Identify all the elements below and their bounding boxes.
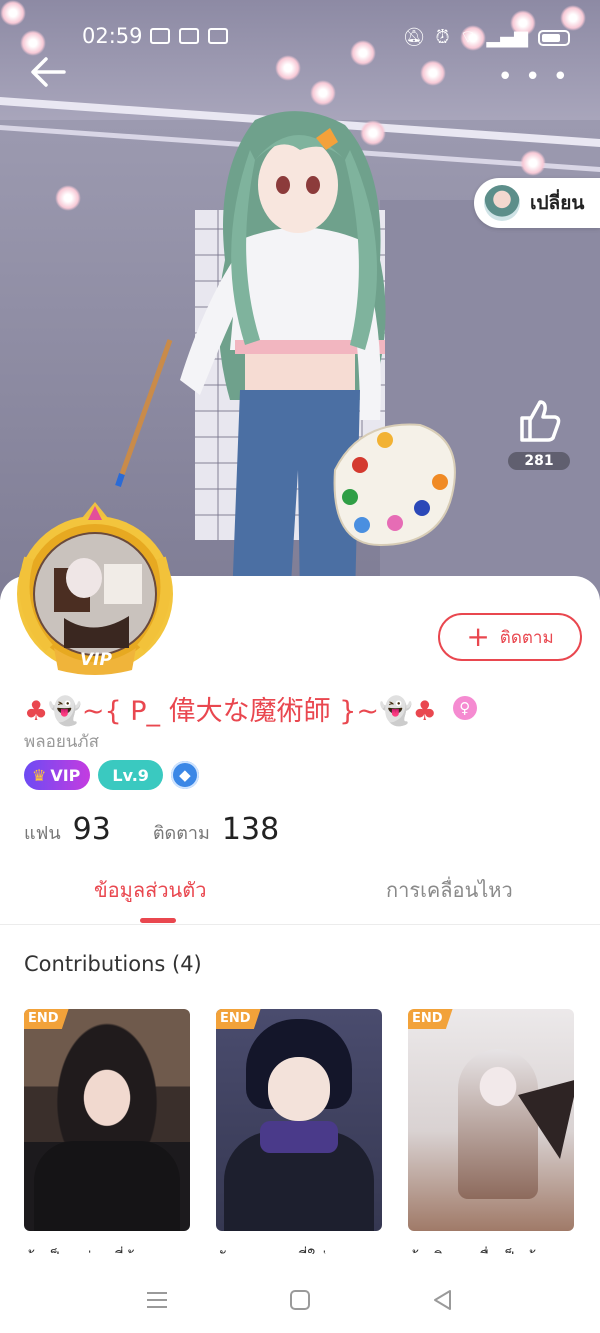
- youtube-icon: [179, 28, 199, 44]
- youtube-icon: [208, 28, 228, 44]
- status-bar: 02:59 🔕︎ ⏰︎ ⌔ ▂▄▆: [0, 0, 600, 60]
- female-gender-icon: ♀: [452, 696, 477, 720]
- fans-label: แฟน: [24, 823, 61, 844]
- tab-activity[interactable]: การเคลื่อนไหว: [386, 874, 513, 906]
- level-badge[interactable]: Lv.9: [98, 760, 163, 790]
- following-count[interactable]: 138: [222, 812, 279, 847]
- profile-subname: พลอยนภัส: [24, 732, 99, 752]
- end-tag: END: [408, 1009, 453, 1029]
- mute-icon: 🔕︎: [402, 27, 426, 48]
- avatar[interactable]: VIP: [4, 498, 186, 680]
- wifi-icon: ⌔: [459, 27, 477, 48]
- profile-name: ♣👻~{ P_ 偉大な魔術師 }~👻♣ ♀: [24, 688, 477, 728]
- switch-label: เปลี่ยน: [530, 192, 585, 214]
- signal-icon: ▂▄▆: [486, 27, 528, 48]
- character-mini-avatar: [484, 185, 520, 221]
- back-arrow-icon[interactable]: [28, 52, 72, 92]
- alarm-icon: ⏰︎: [435, 27, 450, 48]
- rank-badge-icon[interactable]: ◆: [170, 761, 199, 789]
- name-text: ♣👻~{ P_ 偉大な魔術師 }~👻♣: [24, 695, 437, 727]
- thumbnail-figure: [34, 1141, 180, 1231]
- profile-tabs: ข้อมูลส่วนตัว การเคลื่อนไหว: [0, 864, 600, 925]
- home-square-icon[interactable]: [286, 1286, 314, 1314]
- like-button[interactable]: 281: [506, 398, 572, 470]
- gallery-icon: [150, 28, 170, 44]
- end-tag: END: [24, 1009, 69, 1029]
- thumbnail-figure: [458, 1049, 538, 1199]
- follow-button[interactable]: + ติดตาม: [438, 613, 582, 661]
- plus-icon: +: [466, 620, 490, 653]
- profile-badges: ♛ VIP Lv.9 ◆: [24, 760, 199, 790]
- avatar-frame-vip-label: VIP: [80, 650, 112, 670]
- profile-stats: แฟน 93 ติดตาม 138: [24, 812, 321, 847]
- contribution-card[interactable]: END: [216, 1009, 382, 1231]
- active-tab-indicator: [140, 918, 176, 923]
- thumbs-up-icon: [520, 400, 561, 442]
- more-dots-icon[interactable]: • • •: [497, 62, 570, 92]
- contributions-grid: END END END: [24, 1009, 574, 1231]
- menu-icon[interactable]: [143, 1286, 171, 1314]
- tab-personal-info[interactable]: ข้อมูลส่วนตัว: [94, 874, 206, 906]
- fans-count[interactable]: 93: [73, 812, 111, 847]
- battery-icon: [538, 29, 570, 46]
- status-time: 02:59: [82, 24, 143, 48]
- contributions-title: Contributions (4): [24, 952, 202, 976]
- following-label: ติดตาม: [152, 823, 210, 844]
- contribution-card[interactable]: END: [408, 1009, 574, 1231]
- vip-badge-label: VIP: [50, 765, 81, 785]
- thumbnail-figure: [260, 1121, 338, 1153]
- end-tag: END: [216, 1009, 261, 1029]
- like-count: 281: [508, 452, 570, 470]
- status-right-icons: 🔕︎ ⏰︎ ⌔ ▂▄▆: [403, 26, 570, 49]
- switch-character-button[interactable]: เปลี่ยน: [474, 178, 600, 228]
- vip-badge[interactable]: ♛ VIP: [24, 760, 91, 790]
- crown-icon: ♛: [32, 765, 47, 785]
- system-nav-bar: [0, 1266, 600, 1333]
- thumbnail-figure: [268, 1057, 330, 1121]
- follow-label: ติดตาม: [499, 627, 554, 648]
- back-triangle-icon[interactable]: [429, 1286, 457, 1314]
- contribution-card[interactable]: END: [24, 1009, 190, 1231]
